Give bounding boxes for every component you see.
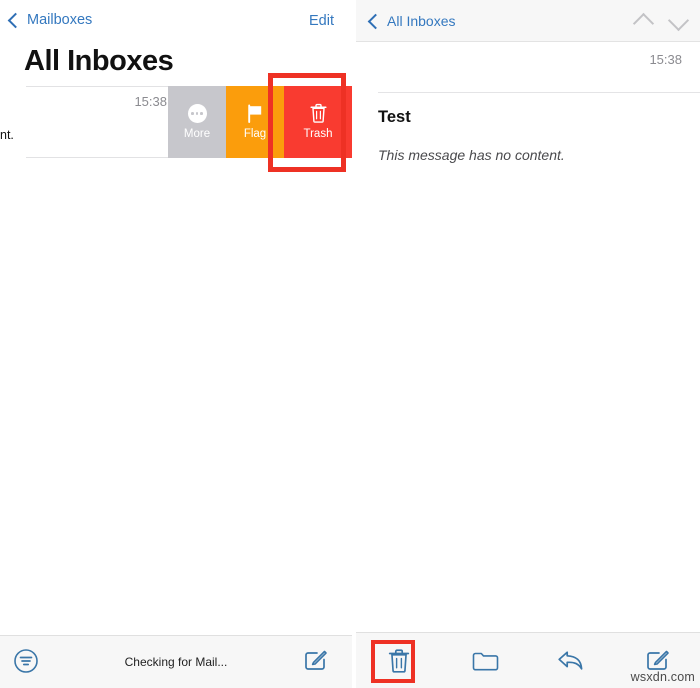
trash-icon	[309, 103, 327, 124]
mailbox-list-panel: Mailboxes Edit All Inboxes nt. 15:38 Mor…	[0, 0, 352, 688]
message-timestamp: 15:38	[649, 52, 682, 67]
swipe-more-button[interactable]: More	[168, 86, 226, 158]
swipe-flag-button[interactable]: Flag	[226, 86, 284, 158]
row-timestamp: 15:38	[134, 94, 167, 109]
page-title: All Inboxes	[24, 45, 174, 77]
left-nav-bar: Mailboxes Edit	[0, 0, 352, 42]
all-inboxes-back-button[interactable]: All Inboxes	[367, 13, 456, 29]
compose-icon[interactable]	[303, 648, 328, 673]
swipe-flag-label: Flag	[243, 127, 267, 140]
trash-icon	[388, 648, 410, 673]
flag-icon	[246, 104, 264, 123]
row-preview-text: nt.	[0, 128, 14, 142]
reply-button[interactable]	[528, 633, 614, 688]
message-detail-panel: All Inboxes 15:38 Test This message has …	[356, 0, 700, 688]
swipe-trash-label: Trash	[303, 128, 333, 141]
mail-list-row[interactable]: nt. 15:38 More Flag Trash	[0, 86, 352, 158]
swipe-action-group: More Flag Trash	[168, 86, 352, 158]
chevron-left-icon	[7, 12, 24, 28]
delete-button[interactable]	[356, 633, 442, 688]
chevron-left-icon	[367, 13, 384, 29]
message-header-separator	[378, 92, 700, 93]
right-nav-bar: All Inboxes	[356, 0, 700, 42]
chevron-down-icon[interactable]	[667, 9, 690, 32]
folder-icon	[472, 650, 499, 672]
move-button[interactable]	[442, 633, 528, 688]
chevron-up-icon[interactable]	[632, 12, 655, 35]
ellipsis-circle-icon	[187, 103, 207, 123]
all-inboxes-back-label: All Inboxes	[387, 13, 456, 29]
app-screen: Mailboxes Edit All Inboxes nt. 15:38 Mor…	[0, 0, 700, 688]
mailboxes-back-button[interactable]: Mailboxes	[7, 12, 93, 28]
swipe-more-label: More	[183, 127, 211, 140]
swipe-trash-button[interactable]: Trash	[284, 86, 352, 158]
message-nav-group	[632, 9, 690, 35]
message-subject: Test	[378, 108, 411, 126]
mail-status-text: Checking for Mail...	[124, 655, 228, 669]
left-bottom-toolbar: Checking for Mail...	[0, 635, 352, 688]
message-body: This message has no content.	[378, 147, 565, 163]
watermark: wsxdn.com	[630, 670, 695, 684]
mailboxes-back-label: Mailboxes	[27, 12, 93, 28]
edit-button[interactable]: Edit	[309, 13, 334, 29]
reply-arrow-icon	[557, 649, 585, 673]
